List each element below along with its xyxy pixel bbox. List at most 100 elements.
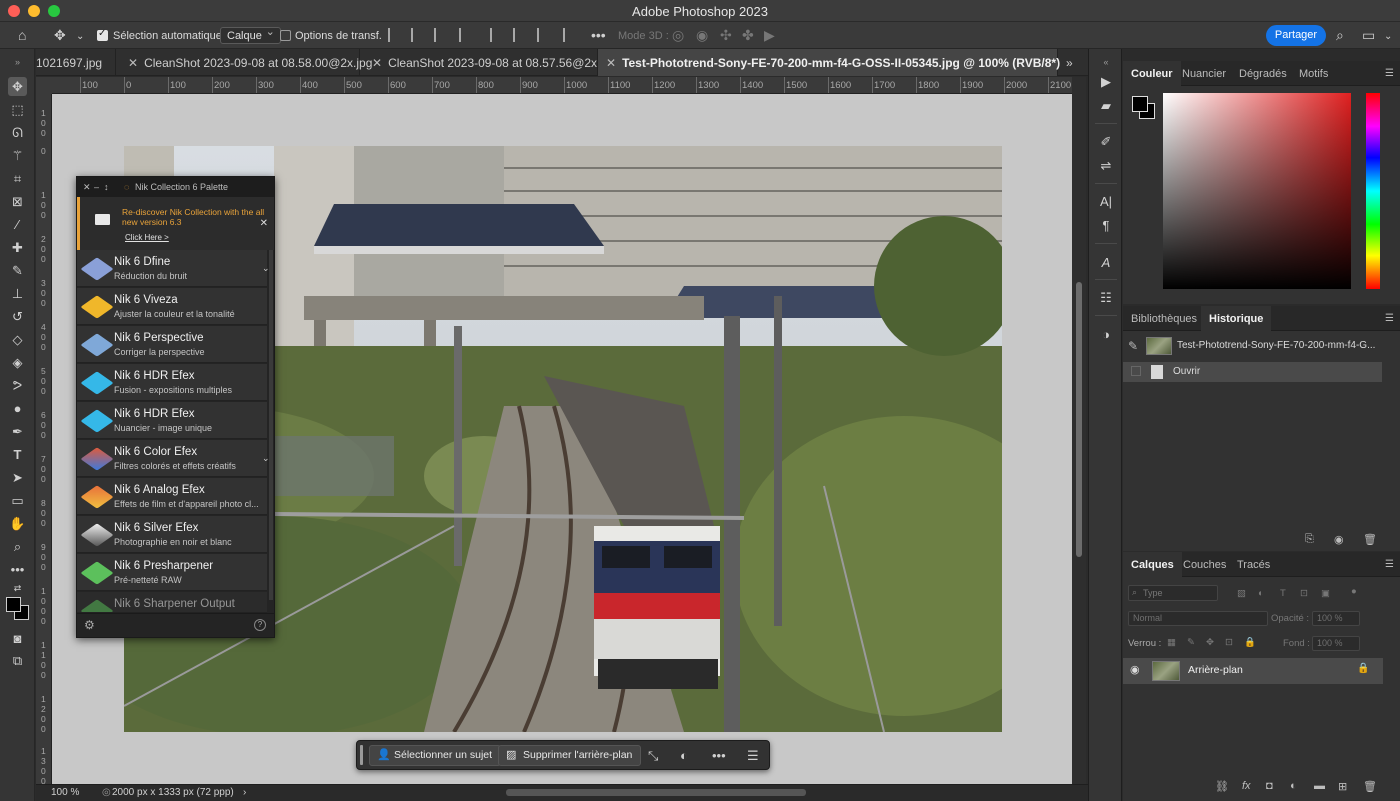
adjustment-icon[interactable]: ◐ xyxy=(680,748,688,763)
close-tab-icon[interactable]: ✕ xyxy=(128,56,138,70)
glyphs-icon[interactable]: A xyxy=(1097,254,1115,272)
healing-brush-tool-icon[interactable]: ✚ xyxy=(8,238,27,257)
more-icon[interactable]: ••• xyxy=(712,748,726,763)
stamp-tool-icon[interactable]: ⊥ xyxy=(8,284,27,303)
horizontal-scrollbar[interactable] xyxy=(506,789,806,796)
move-tool-icon[interactable]: ✥ xyxy=(54,28,66,42)
lock-all-icon[interactable]: 🔒 xyxy=(1244,637,1256,648)
zoom-level[interactable]: 100 % xyxy=(51,787,79,798)
move-tool-icon[interactable]: ✥ xyxy=(8,77,27,96)
tab-doc-3[interactable]: ✕ CleanShot 2023-09-08 at 08.57.56@2x.jpg xyxy=(360,49,616,76)
nik-item-perspective[interactable]: Nik 6 Perspective Corriger la perspectiv… xyxy=(77,326,267,363)
align-right-icon[interactable] xyxy=(434,28,448,42)
trash-icon[interactable]: 🗑 xyxy=(1363,780,1377,793)
camera-snapshot-icon[interactable]: ◉ xyxy=(1334,533,1344,546)
select-subject-button[interactable]: 👤 Sélectionner un sujet xyxy=(369,745,502,766)
properties-icon[interactable]: ☰ xyxy=(747,748,759,764)
3d-slide-icon[interactable]: ✤ xyxy=(742,28,754,42)
history-state-box[interactable] xyxy=(1131,366,1141,376)
minimize-palette-icon[interactable]: – xyxy=(94,182,99,192)
nik-scrollbar[interactable] xyxy=(269,250,273,600)
transform-icon[interactable]: ⤡ xyxy=(648,748,658,764)
layer-mask-icon[interactable]: ◘ xyxy=(1266,780,1273,792)
nik-item-hdr-single[interactable]: Nik 6 HDR Efex Nuancier - image unique xyxy=(77,402,267,439)
tab-bibliotheques[interactable]: Bibliothèques xyxy=(1131,306,1197,331)
brush-settings-icon[interactable]: ✐ xyxy=(1097,133,1115,151)
eyedropper-tool-icon[interactable]: ⁄ xyxy=(8,215,27,234)
fill-field[interactable]: 100 % xyxy=(1312,636,1360,651)
more-options-icon[interactable]: ••• xyxy=(591,28,606,42)
filter-shape-icon[interactable]: ⊡ xyxy=(1300,588,1308,599)
foreground-swatch[interactable] xyxy=(1132,96,1148,112)
align-top-icon[interactable] xyxy=(490,28,504,42)
lock-paint-icon[interactable]: ✎ xyxy=(1187,637,1195,648)
lock-artboard-icon[interactable]: ⊡ xyxy=(1225,637,1233,648)
brush-presets-icon[interactable]: ⇌ xyxy=(1097,157,1115,175)
layer-row[interactable]: ◉ Arrière-plan 🔒 xyxy=(1123,658,1383,684)
search-icon[interactable]: ⌕ xyxy=(1336,28,1344,42)
tab-calques[interactable]: Calques xyxy=(1123,552,1182,577)
layer-name[interactable]: Arrière-plan xyxy=(1188,664,1243,676)
history-step[interactable]: Ouvrir xyxy=(1123,362,1382,382)
brush-tool-icon[interactable]: ✎ xyxy=(8,261,27,280)
document-info[interactable]: 2000 px x 1333 px (72 ppp) xyxy=(112,787,234,798)
align-center-v-icon[interactable] xyxy=(513,28,527,42)
rectangle-tool-icon[interactable]: ▭ xyxy=(8,491,27,510)
tab-doc-active[interactable]: ✕ Test-Phototrend-Sony-FE-70-200-mm-f4-G-… xyxy=(598,49,1060,76)
hand-tool-icon[interactable]: ✋ xyxy=(8,514,27,533)
history-snapshot[interactable]: ✎ Test-Phototrend-Sony-FE-70-200-mm-f4-G… xyxy=(1123,336,1383,356)
tab-historique[interactable]: Historique xyxy=(1201,306,1272,331)
filter-text-icon[interactable]: T xyxy=(1280,588,1286,599)
opacity-field[interactable]: 100 % xyxy=(1312,611,1360,626)
comments-icon[interactable]: ▰ xyxy=(1097,97,1115,115)
more-tabs-icon[interactable]: » xyxy=(1066,49,1086,76)
help-icon[interactable]: ? xyxy=(254,619,266,631)
marquee-tool-icon[interactable]: ⬚ xyxy=(8,100,27,119)
gear-icon[interactable]: ⚙ xyxy=(84,618,95,632)
tool-preset-chevron-icon[interactable]: ⌄ xyxy=(76,30,84,44)
distribute-v-icon[interactable] xyxy=(563,28,577,42)
paragraph-icon[interactable]: ¶ xyxy=(1097,217,1115,235)
close-tab-icon[interactable]: ✕ xyxy=(372,56,382,70)
share-button[interactable]: Partager xyxy=(1266,25,1326,46)
panel-menu-icon[interactable]: ☰ xyxy=(1385,68,1394,79)
distribute-icon[interactable] xyxy=(459,28,473,42)
adjustment-layer-icon[interactable]: ◐ xyxy=(1290,780,1297,792)
auto-select-dropdown[interactable]: Calque xyxy=(220,25,281,44)
status-chevron-icon[interactable]: › xyxy=(243,787,246,798)
magic-wand-tool-icon[interactable]: ⚚ xyxy=(8,146,27,165)
foreground-color[interactable] xyxy=(6,597,21,612)
nik-item-analog-efex[interactable]: Nik 6 Analog Efex Effets de film et d'ap… xyxy=(77,478,267,515)
home-icon[interactable]: ⌂ xyxy=(18,28,26,42)
history-brush-source-icon[interactable]: ✎ xyxy=(1128,339,1138,353)
more-tools-icon[interactable]: ••• xyxy=(8,560,27,579)
dismiss-banner-icon[interactable]: ✕ xyxy=(260,218,268,229)
history-brush-tool-icon[interactable]: ↺ xyxy=(8,307,27,326)
eraser-tool-icon[interactable]: ◇ xyxy=(8,330,27,349)
lasso-tool-icon[interactable]: ᘏ xyxy=(8,123,27,142)
filter-adjust-icon[interactable]: ◐ xyxy=(1258,588,1264,599)
quick-mask-icon[interactable]: ◙ xyxy=(8,629,27,648)
align-center-h-icon[interactable] xyxy=(411,28,425,42)
lock-icon[interactable]: 🔒 xyxy=(1357,663,1369,674)
trash-icon[interactable]: 🗑 xyxy=(1363,533,1377,546)
blend-mode-select[interactable]: Normal xyxy=(1128,611,1268,626)
zoom-tool-icon[interactable]: ⌕ xyxy=(8,537,27,556)
swap-colors-icon[interactable]: ⇄ xyxy=(8,579,27,598)
crop-tool-icon[interactable]: ⌗ xyxy=(8,169,27,188)
3d-camera-icon[interactable]: ▶ xyxy=(764,28,775,42)
paint-bucket-tool-icon[interactable]: ◈ xyxy=(8,353,27,372)
path-selection-tool-icon[interactable]: ➤ xyxy=(8,468,27,487)
filter-image-icon[interactable]: ▧ xyxy=(1237,588,1246,599)
auto-select-checkbox[interactable] xyxy=(97,28,108,41)
nik-item-dfine[interactable]: Nik 6 Dfine Réduction du bruit xyxy=(77,250,267,287)
workspace-icon[interactable]: ▭ xyxy=(1362,28,1375,42)
pen-tool-icon[interactable]: ✒ xyxy=(8,422,27,441)
3d-pan-icon[interactable]: ✣ xyxy=(720,28,732,42)
filter-smart-icon[interactable]: ▣ xyxy=(1321,588,1330,599)
link-layers-icon[interactable]: ⛓ xyxy=(1215,780,1229,793)
tab-couleur[interactable]: Couleur xyxy=(1123,61,1181,86)
align-bottom-icon[interactable] xyxy=(537,28,551,42)
remove-background-button[interactable]: ▨ Supprimer l'arrière-plan xyxy=(498,745,642,766)
nik-item-silver-efex[interactable]: Nik 6 Silver Efex Photographie en noir e… xyxy=(77,516,267,553)
